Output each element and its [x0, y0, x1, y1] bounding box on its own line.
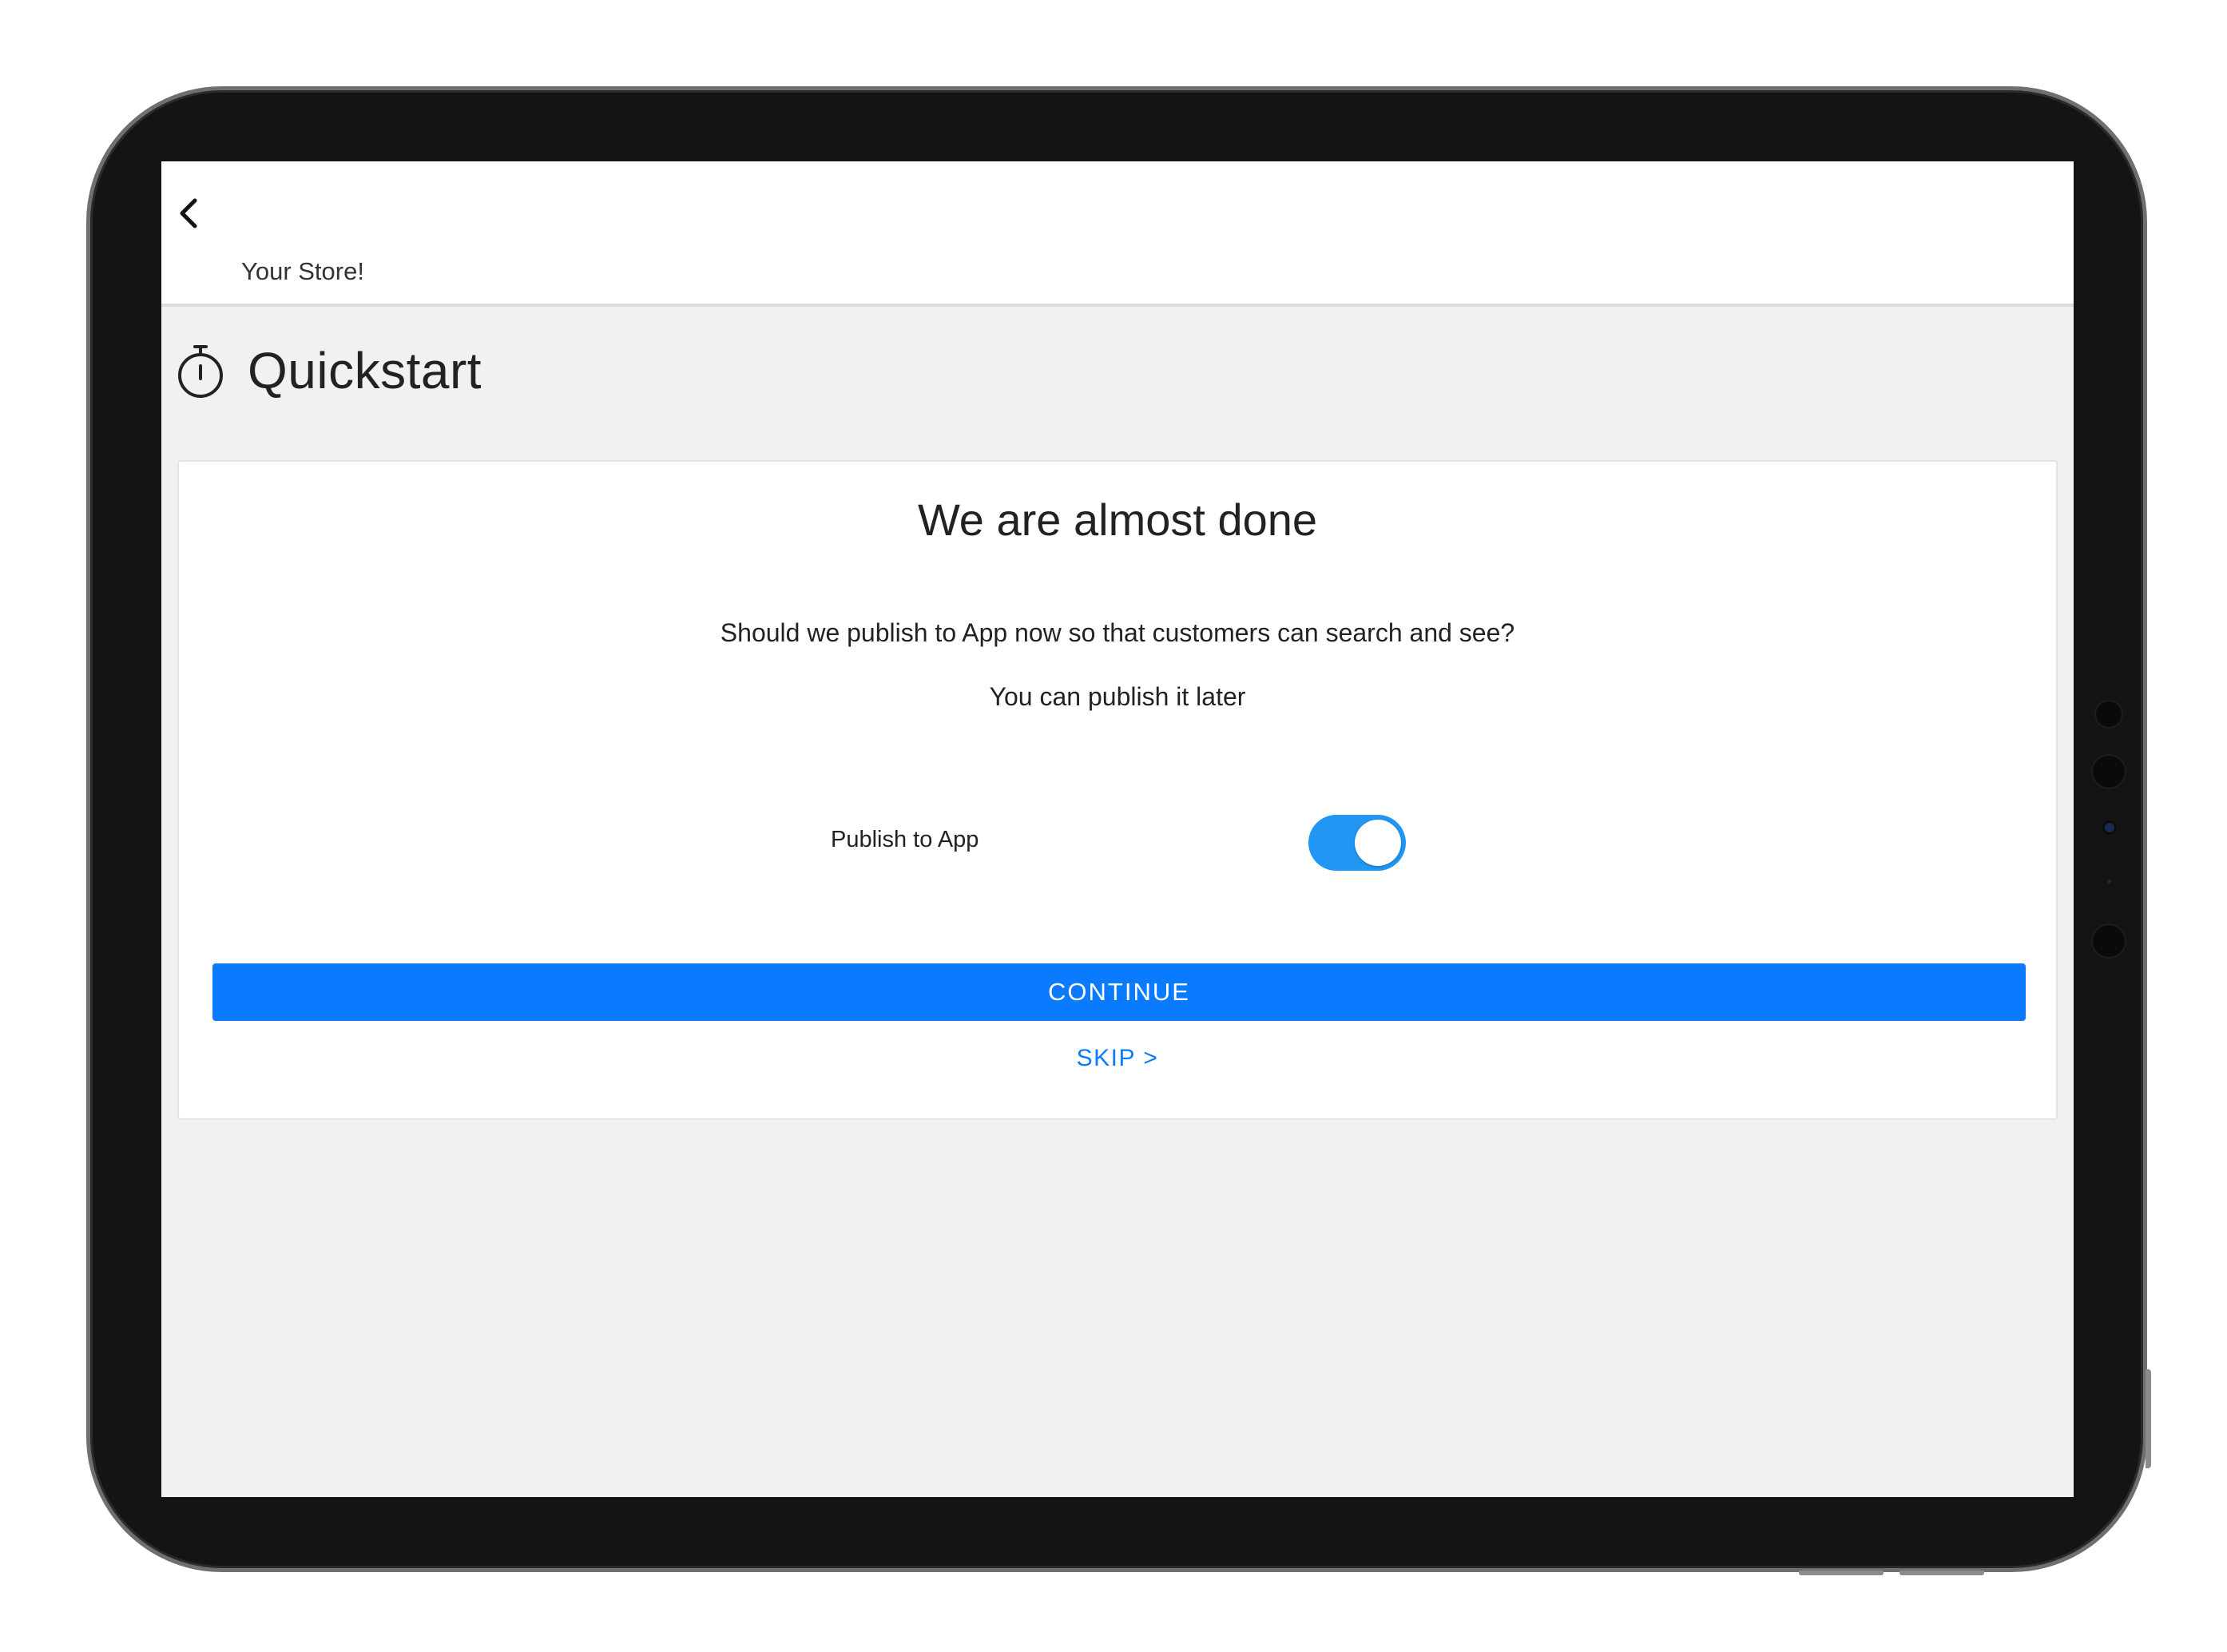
app-screen: Your Store! Quickstart We are almost don… [161, 161, 2074, 1497]
page-title: Quickstart [248, 342, 482, 399]
page-header: Quickstart [176, 339, 482, 403]
device-side-button [2146, 1369, 2151, 1468]
device-volume-button [1799, 1571, 1884, 1575]
publish-toggle-label: Publish to App [831, 827, 979, 852]
device-sensor [2096, 701, 2122, 727]
card-title: We are almost done [917, 494, 1318, 545]
back-button[interactable] [173, 193, 204, 233]
quickstart-card: We are almost done Should we publish to … [177, 460, 2058, 1120]
store-name: Your Store! [241, 257, 364, 285]
device-volume-button [1900, 1571, 1984, 1575]
skip-link[interactable]: SKIP > [179, 1045, 2056, 1072]
chevron-left-icon [180, 198, 197, 228]
device-sensor [2093, 925, 2125, 957]
device-camera [2105, 823, 2114, 832]
publish-hint: You can publish it later [989, 682, 1246, 711]
publish-toggle[interactable] [1308, 815, 1406, 871]
device-sensor [2093, 756, 2125, 788]
device-sensor [2107, 880, 2111, 884]
stopwatch-icon [178, 345, 223, 398]
toggle-knob [1355, 820, 1401, 866]
continue-button[interactable]: CONTINUE [212, 963, 2026, 1021]
publish-question: Should we publish to App now so that cus… [720, 618, 1515, 647]
top-navigation-bar: Your Store! [161, 161, 2074, 307]
